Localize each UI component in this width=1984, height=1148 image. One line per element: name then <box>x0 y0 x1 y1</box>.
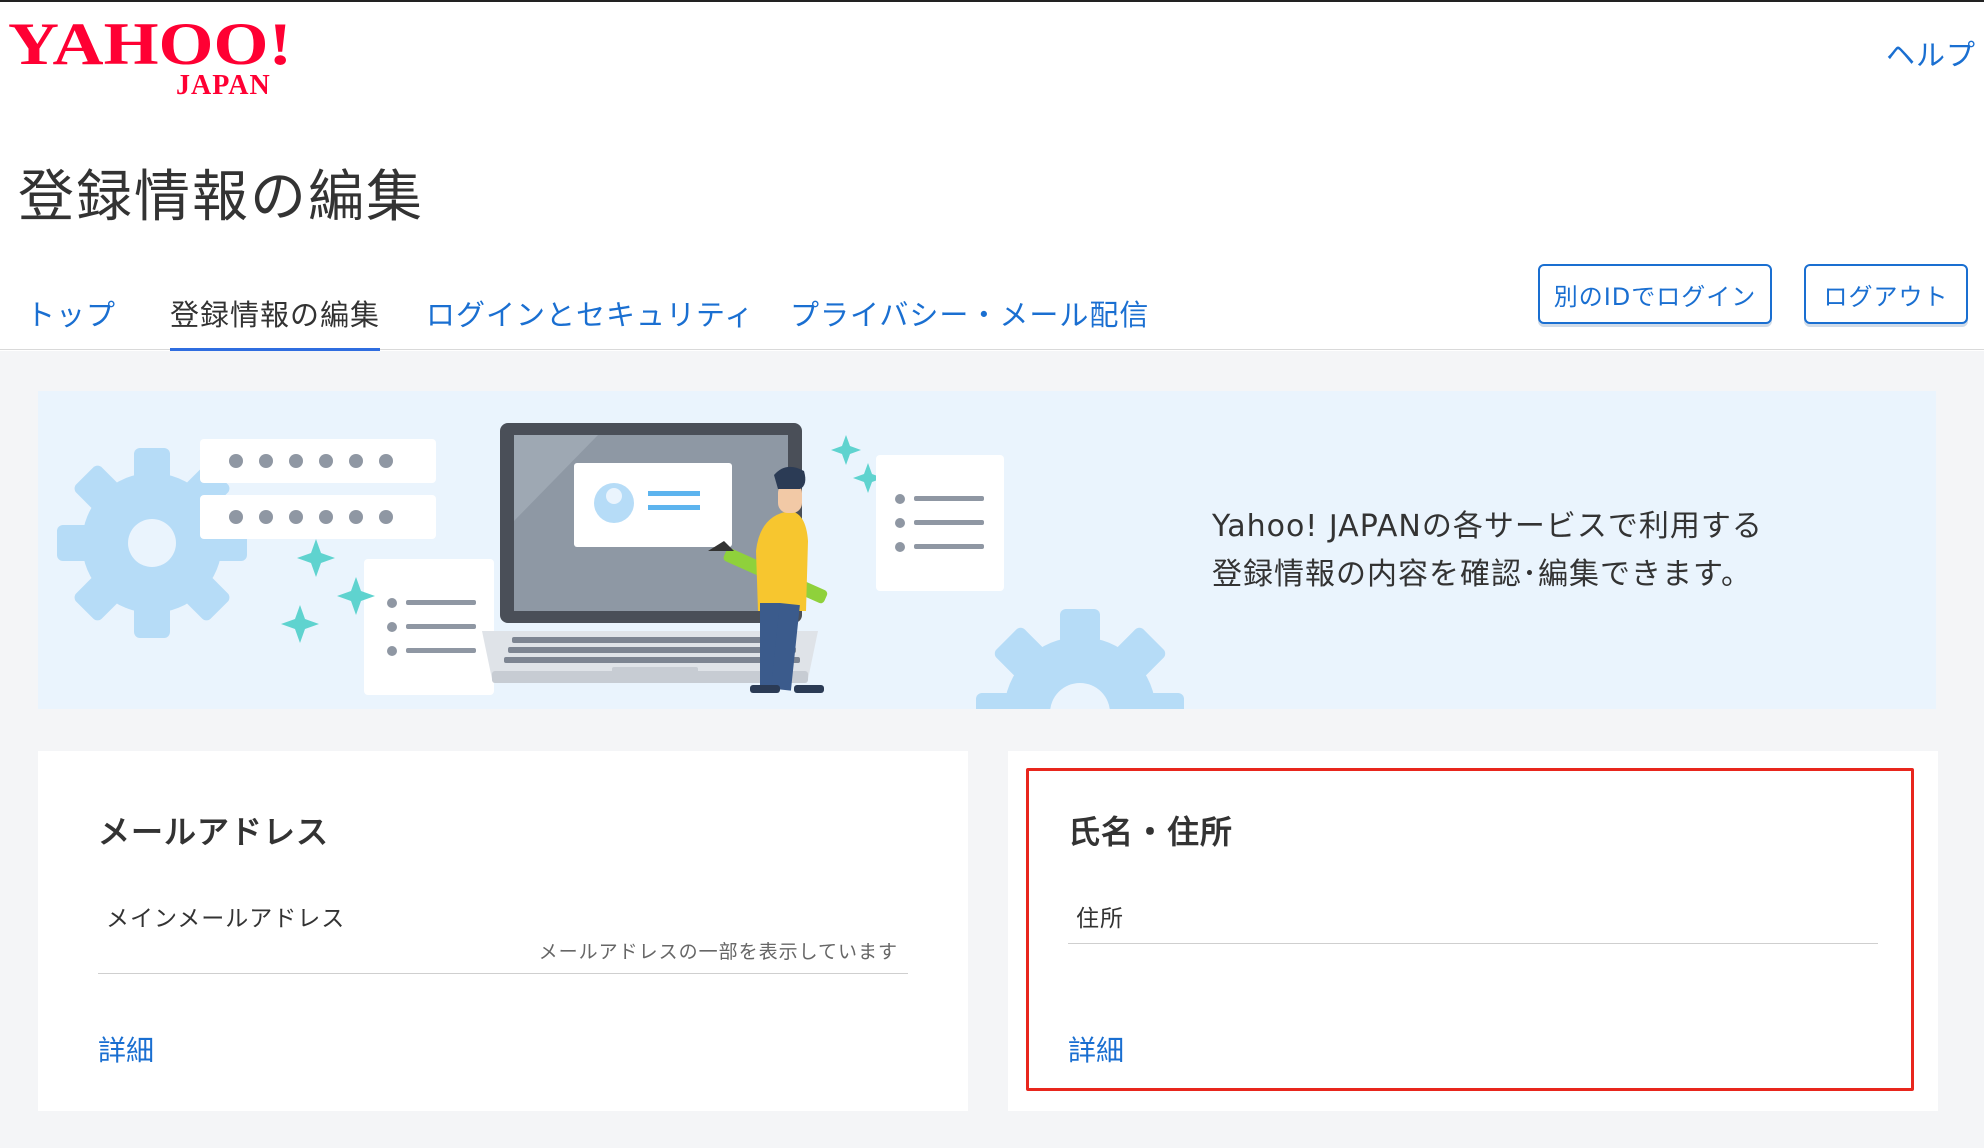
tab-top[interactable]: トップ <box>26 292 116 334</box>
address-label: 住所 <box>1076 906 1124 932</box>
divider <box>98 973 908 974</box>
tab-edit-registration[interactable]: 登録情報の編集 <box>170 292 381 354</box>
page-title: 登録情報の編集 <box>18 165 424 230</box>
logo-icon: YAHOO! JAPAN <box>8 11 292 101</box>
gear-icon-small <box>976 609 1184 709</box>
email-card: メールアドレス メインメールアドレス メールアドレスの一部を表示しています 詳細 <box>38 751 968 1111</box>
email-detail-link[interactable]: 詳細 <box>98 1029 154 1069</box>
banner-line-1: Yahoo! JAPANの各サービスで利用する <box>1212 509 1763 544</box>
banner-description: Yahoo! JAPANの各サービスで利用する 登録情報の内容を確認･編集できま… <box>1212 503 1763 599</box>
name-address-card: 氏名・住所 住所 詳細 <box>1008 751 1938 1111</box>
divider <box>1068 943 1878 944</box>
tab-privacy-mail[interactable]: プライバシー・メール配信 <box>790 292 1149 334</box>
tab-login-security[interactable]: ログインとセキュリティ <box>426 292 754 334</box>
main-email-label: メインメールアドレス <box>106 906 346 932</box>
logo-sub-text: JAPAN <box>176 70 271 100</box>
logo-main-text: YAHOO! <box>8 14 292 77</box>
name-address-detail-link[interactable]: 詳細 <box>1068 1029 1124 1069</box>
window-top-border <box>0 0 1984 2</box>
email-partial-note: メールアドレスの一部を表示しています <box>538 941 898 963</box>
banner-line-2: 登録情報の内容を確認･編集できます。 <box>1212 557 1752 592</box>
name-address-card-title: 氏名・住所 <box>1068 813 1234 851</box>
switch-id-login-button[interactable]: 別のIDでログイン <box>1538 264 1772 324</box>
logout-button[interactable]: ログアウト <box>1804 264 1968 324</box>
info-banner: Yahoo! JAPANの各サービスで利用する 登録情報の内容を確認･編集できま… <box>38 391 1936 709</box>
yahoo-japan-logo[interactable]: YAHOO! JAPAN <box>8 11 298 101</box>
email-card-title: メールアドレス <box>98 813 330 851</box>
help-link[interactable]: ヘルプ <box>1886 32 1976 74</box>
main-content: Yahoo! JAPANの各サービスで利用する 登録情報の内容を確認･編集できま… <box>0 351 1984 1148</box>
